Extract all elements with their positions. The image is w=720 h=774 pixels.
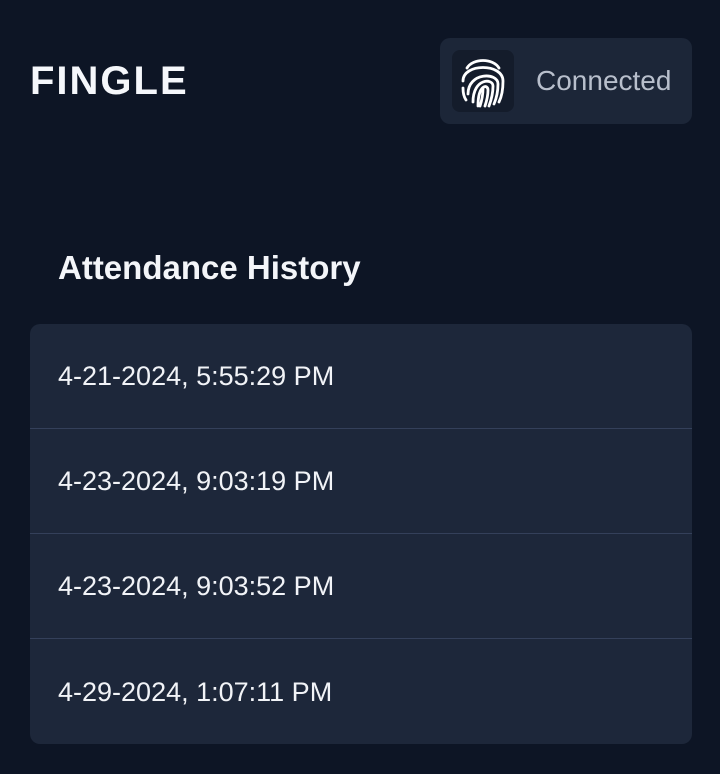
attendance-timestamp: 4-21-2024, 5:55:29 PM bbox=[58, 361, 335, 391]
list-item[interactable]: 4-23-2024, 9:03:19 PM bbox=[30, 429, 692, 534]
attendance-timestamp: 4-23-2024, 9:03:19 PM bbox=[58, 466, 335, 496]
fingerprint-icon bbox=[452, 50, 514, 112]
attendance-timestamp: 4-29-2024, 1:07:11 PM bbox=[58, 676, 333, 707]
connection-status-label: Connected bbox=[536, 65, 672, 96]
attendance-history-list: 4-21-2024, 5:55:29 PM 4-23-2024, 9:03:19… bbox=[30, 324, 692, 744]
app-title: FINGLE bbox=[30, 59, 189, 103]
list-item[interactable]: 4-23-2024, 9:03:52 PM bbox=[30, 534, 692, 639]
list-item[interactable]: 4-21-2024, 5:55:29 PM bbox=[30, 324, 692, 429]
list-item[interactable]: 4-29-2024, 1:07:11 PM bbox=[30, 639, 692, 744]
attendance-timestamp: 4-23-2024, 9:03:52 PM bbox=[58, 571, 335, 601]
connection-status[interactable]: Connected bbox=[440, 38, 692, 124]
attendance-history-title: Attendance History bbox=[58, 249, 361, 286]
